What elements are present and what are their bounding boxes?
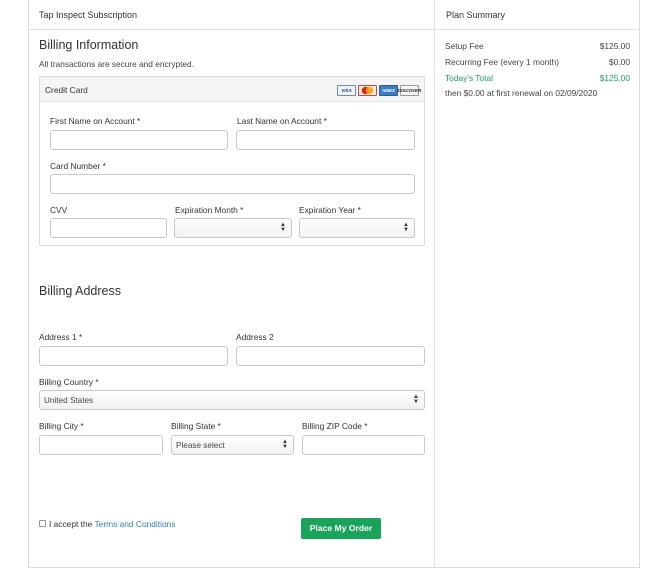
first-name-label: First Name on Account * bbox=[50, 116, 141, 126]
country-value: United States bbox=[44, 396, 94, 405]
credit-card-label: Credit Card bbox=[45, 85, 88, 95]
last-name-field[interactable] bbox=[236, 130, 415, 150]
cvv-field[interactable] bbox=[50, 218, 167, 238]
terms-link[interactable]: Terms and Conditions bbox=[94, 519, 175, 529]
checkout-frame: Tap Inspect Subscription Plan Summary Bi… bbox=[28, 0, 640, 568]
mastercard-logo-icon bbox=[358, 85, 377, 96]
country-label: Billing Country * bbox=[39, 377, 99, 387]
plan-summary-title: Plan Summary bbox=[446, 10, 506, 20]
city-field[interactable] bbox=[39, 435, 163, 455]
address2-field[interactable] bbox=[236, 346, 425, 366]
todays-total-row: Today's Total $125.00 bbox=[445, 73, 630, 83]
select-arrows-icon: ▲ ▼ bbox=[413, 394, 419, 405]
expiration-month-label: Expiration Month * bbox=[175, 205, 244, 215]
last-name-label: Last Name on Account * bbox=[237, 116, 327, 126]
select-arrows-icon: ▲ ▼ bbox=[403, 222, 409, 233]
expiration-year-select[interactable]: ▲ ▼ bbox=[299, 218, 415, 238]
todays-total-value: $125.00 bbox=[599, 73, 630, 83]
state-label: Billing State * bbox=[171, 421, 221, 431]
cvv-label: CVV bbox=[50, 205, 68, 215]
address1-field[interactable] bbox=[39, 346, 228, 366]
terms-prefix: I accept the bbox=[49, 519, 95, 529]
country-select[interactable]: United States ▲ ▼ bbox=[39, 390, 425, 410]
address2-label: Address 2 bbox=[236, 332, 274, 342]
visa-logo-icon: VISA bbox=[337, 85, 356, 96]
first-name-field[interactable] bbox=[50, 130, 228, 150]
state-select[interactable]: Please select ▲ ▼ bbox=[171, 435, 294, 455]
billing-address-title: Billing Address bbox=[39, 284, 121, 298]
page-title: Tap Inspect Subscription bbox=[39, 10, 138, 20]
zip-label: Billing ZIP Code * bbox=[302, 421, 368, 431]
secure-note: All transactions are secure and encrypte… bbox=[39, 59, 194, 69]
renewal-note: then $0.00 at first renewal on 02/09/202… bbox=[445, 88, 598, 98]
expiration-year-label: Expiration Year * bbox=[299, 205, 361, 215]
address1-label: Address 1 * bbox=[39, 332, 83, 342]
header-divider bbox=[29, 29, 639, 30]
recurring-fee-value: $0.00 bbox=[609, 57, 630, 67]
credit-card-header: Credit Card VISA AMEX DISCOVER bbox=[40, 77, 424, 102]
terms-text: I accept the Terms and Conditions bbox=[49, 519, 175, 529]
card-number-field[interactable] bbox=[50, 174, 415, 194]
select-arrows-icon: ▲ ▼ bbox=[280, 222, 286, 233]
state-value: Please select bbox=[176, 441, 225, 450]
todays-total-label: Today's Total bbox=[445, 73, 493, 83]
column-divider bbox=[434, 0, 435, 567]
setup-fee-label: Setup Fee bbox=[445, 41, 484, 51]
select-arrows-icon: ▲ ▼ bbox=[282, 439, 288, 450]
discover-logo-icon: DISCOVER bbox=[398, 85, 421, 96]
card-number-label: Card Number * bbox=[50, 161, 106, 171]
setup-fee-value: $125.00 bbox=[599, 41, 630, 51]
credit-card-panel: Credit Card VISA AMEX DISCOVER First Nam… bbox=[39, 76, 425, 246]
billing-info-title: Billing Information bbox=[39, 38, 139, 52]
recurring-fee-label: Recurring Fee (every 1 month) bbox=[445, 57, 560, 67]
card-logos: VISA AMEX DISCOVER bbox=[337, 85, 421, 96]
amex-logo-icon: AMEX bbox=[379, 85, 398, 96]
terms-checkbox[interactable] bbox=[39, 520, 46, 527]
setup-fee-row: Setup Fee $125.00 bbox=[445, 41, 630, 51]
place-order-button[interactable]: Place My Order bbox=[301, 518, 381, 539]
recurring-fee-row: Recurring Fee (every 1 month) $0.00 bbox=[445, 57, 630, 67]
city-label: Billing City * bbox=[39, 421, 84, 431]
zip-field[interactable] bbox=[302, 435, 425, 455]
expiration-month-select[interactable]: ▲ ▼ bbox=[174, 218, 292, 238]
